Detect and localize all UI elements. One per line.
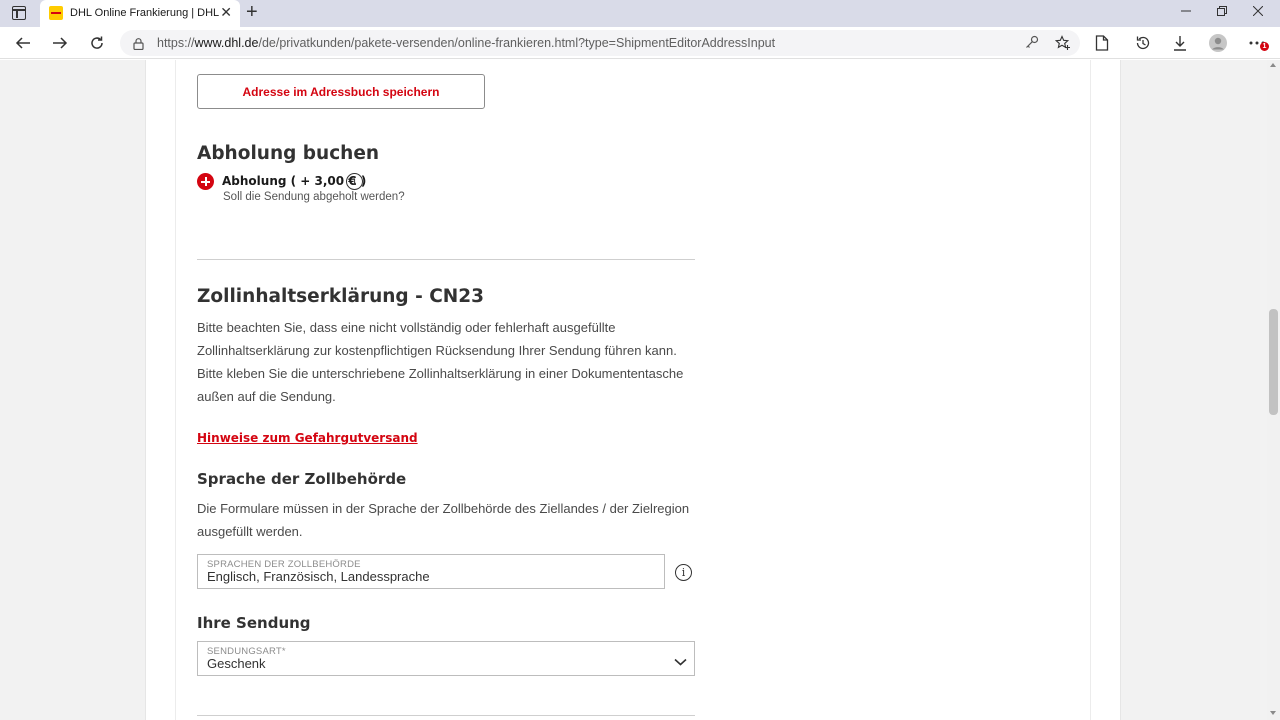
tab-actions-icon[interactable] bbox=[12, 6, 26, 20]
customs-heading: Zollinhaltserklärung - CN23 bbox=[197, 286, 485, 307]
url-field[interactable]: https://www.dhl.de/de/privatkunden/paket… bbox=[120, 30, 1080, 56]
save-address-button[interactable]: Adresse im Adressbuch speichern bbox=[197, 74, 485, 109]
pickup-option-label[interactable]: Abholung ( + 3,00 € ) bbox=[222, 174, 366, 188]
shipment-type-value: Geschenk bbox=[207, 656, 266, 671]
section-divider-bottom bbox=[197, 715, 695, 716]
add-pickup-plus-icon[interactable] bbox=[197, 173, 214, 190]
notification-badge: 1 bbox=[1260, 42, 1269, 51]
customs-language-heading: Sprache der Zollbehörde bbox=[197, 470, 407, 488]
scroll-up-arrow-icon[interactable] bbox=[1270, 63, 1276, 67]
url-text: https://www.dhl.de/de/privatkunden/paket… bbox=[157, 36, 776, 50]
pickup-info-icon[interactable]: i bbox=[346, 173, 363, 190]
content-border-right bbox=[1090, 60, 1091, 720]
scroll-down-arrow-icon[interactable] bbox=[1270, 711, 1276, 715]
customs-language-info-icon[interactable]: i bbox=[675, 564, 692, 581]
favorite-star-icon[interactable] bbox=[1054, 35, 1071, 56]
content-border-left bbox=[175, 60, 176, 720]
your-shipment-heading: Ihre Sendung bbox=[197, 614, 311, 632]
reload-icon[interactable] bbox=[85, 31, 109, 55]
password-key-icon[interactable] bbox=[1025, 35, 1039, 54]
lock-icon[interactable] bbox=[133, 37, 144, 55]
tab-title: DHL Online Frankierung | DHL bbox=[70, 7, 220, 19]
browser-tab[interactable]: DHL Online Frankierung | DHL ✕ bbox=[40, 0, 240, 27]
profile-avatar[interactable] bbox=[1206, 31, 1230, 55]
hazard-goods-link[interactable]: Hinweise zum Gefahrgutversand bbox=[197, 431, 418, 445]
dhl-favicon-icon bbox=[49, 6, 63, 20]
new-tab-button[interactable]: + bbox=[246, 2, 258, 22]
close-tab-icon[interactable]: ✕ bbox=[220, 5, 232, 19]
chevron-down-icon[interactable] bbox=[674, 653, 687, 666]
page-scrollbar[interactable] bbox=[1267, 60, 1280, 720]
browser-address-bar: https://www.dhl.de/de/privatkunden/paket… bbox=[0, 27, 1280, 59]
customs-language-field-value: Englisch, Französisch, Landessprache bbox=[207, 569, 430, 584]
customs-notice: Bitte beachten Sie, dass eine nicht voll… bbox=[197, 320, 684, 404]
section-divider bbox=[197, 259, 695, 260]
minimize-icon[interactable] bbox=[1176, 4, 1196, 19]
restore-icon[interactable] bbox=[1212, 4, 1232, 19]
downloads-icon[interactable] bbox=[1168, 31, 1192, 55]
customs-language-field[interactable]: SPRACHEN DER ZOLLBEHÖRDE Englisch, Franz… bbox=[197, 554, 665, 589]
close-window-icon[interactable] bbox=[1248, 4, 1268, 19]
back-icon[interactable] bbox=[11, 31, 35, 55]
pickup-heading: Abholung buchen bbox=[197, 143, 380, 164]
collections-icon[interactable] bbox=[1090, 31, 1114, 55]
history-icon[interactable] bbox=[1131, 31, 1155, 55]
pickup-question: Soll die Sendung abgeholt werden? bbox=[223, 191, 405, 203]
forward-icon[interactable] bbox=[48, 31, 72, 55]
shipment-type-select[interactable]: SENDUNGSART* Geschenk bbox=[197, 641, 695, 676]
customs-language-description: Die Formulare müssen in der Sprache der … bbox=[197, 501, 690, 539]
pickup-option[interactable]: Abholung ( + 3,00 € ) i bbox=[197, 173, 597, 193]
browser-tab-bar: DHL Online Frankierung | DHL ✕ + bbox=[0, 0, 1280, 27]
scroll-thumb[interactable] bbox=[1269, 309, 1278, 415]
